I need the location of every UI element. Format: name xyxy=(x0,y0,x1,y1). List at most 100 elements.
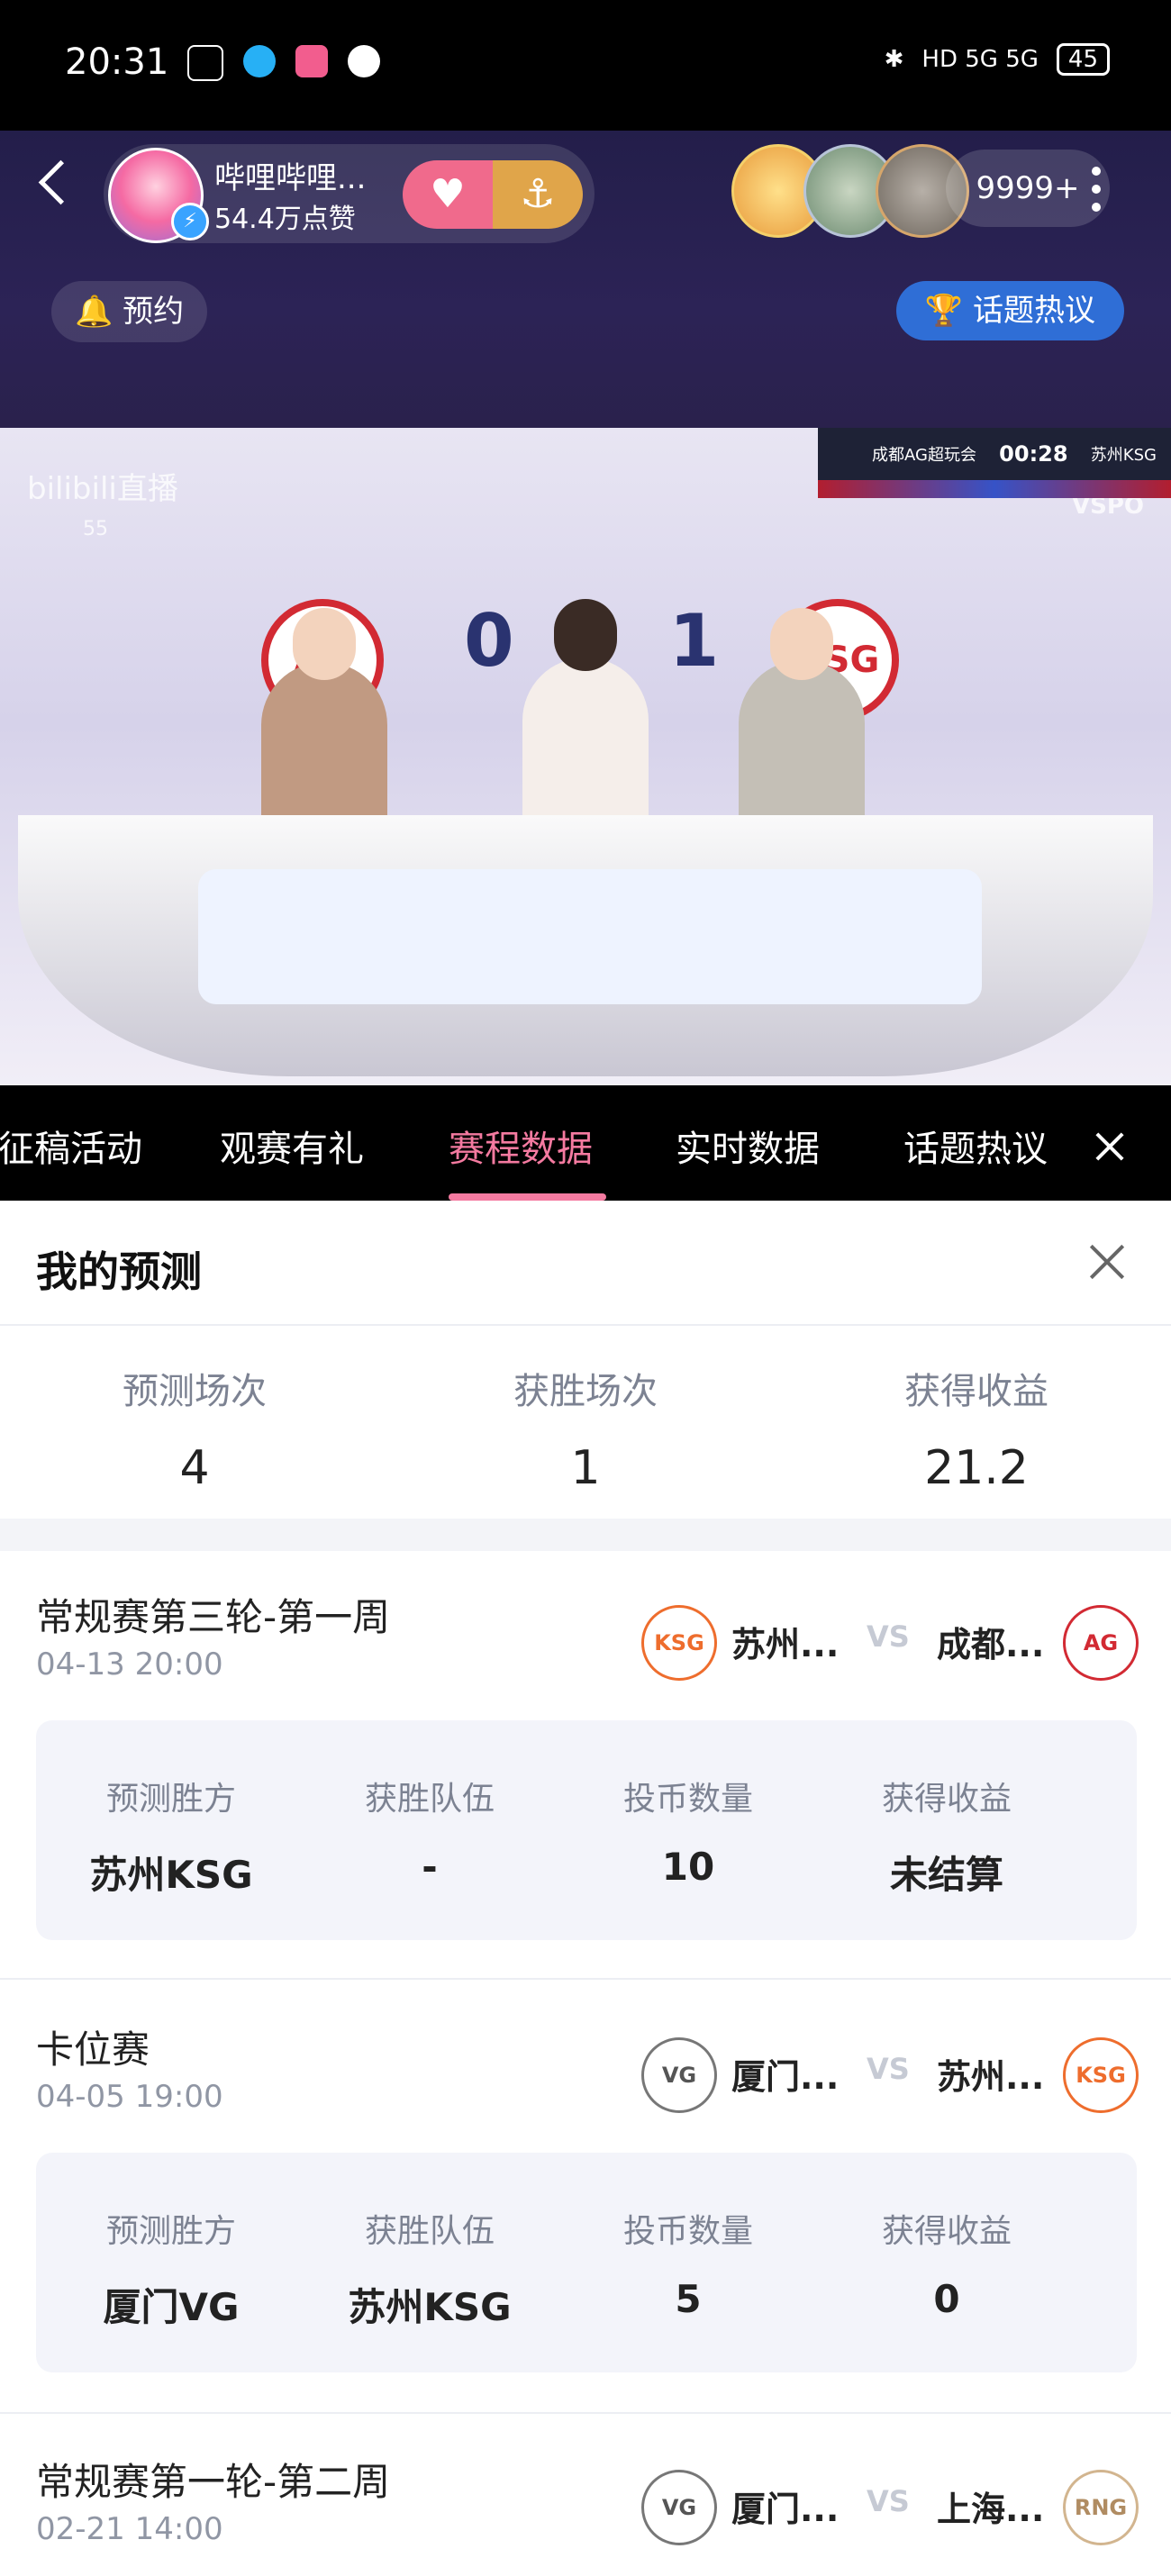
detail-cell: 投币数量 10 xyxy=(571,1773,805,1889)
status-right: ✱ HD 5G 5G 45 xyxy=(885,43,1110,76)
live-video[interactable]: bilibili直播 55 VSPO 成都AG超玩会 00:28 苏州KSG A… xyxy=(0,428,1171,1085)
watermark-number: 55 xyxy=(83,518,108,540)
section-gap xyxy=(0,1519,1171,1551)
battery-indicator: 45 xyxy=(1056,43,1110,76)
team-name: 苏州... xyxy=(731,1625,840,1664)
verified-badge-icon: ⚡ xyxy=(171,203,209,240)
detail-cell: 预测胜方 厦门VG xyxy=(54,2205,288,2332)
team-name: 苏州... xyxy=(937,2057,1045,2097)
detail-cell: 获得收益 未结算 xyxy=(830,1773,1064,1900)
stat-label: 获得收益 xyxy=(904,1371,1048,1412)
caster-left-head xyxy=(293,608,356,680)
anchor-icon: ⚓ xyxy=(493,160,583,229)
match-time: 04-13 20:00 xyxy=(36,1646,223,1683)
desk-panel xyxy=(198,869,982,1004)
detail-value: 0 xyxy=(933,2277,960,2321)
host-name: 哔哩哔哩... xyxy=(214,160,367,196)
network-indicator: HD 5G 5G xyxy=(921,46,1039,73)
tab-topic[interactable]: 话题热议 xyxy=(903,1120,1048,1172)
stat-value: 1 xyxy=(570,1441,601,1495)
status-bar: 20:31 ✱ HD 5G 5G 45 xyxy=(0,0,1171,131)
tab-watch-rewards[interactable]: 观赛有礼 xyxy=(220,1120,364,1172)
panel-title: 我的预测 xyxy=(36,1247,202,1296)
tab-schedule-data[interactable]: 赛程数据 xyxy=(449,1120,593,1172)
vs-label: VS xyxy=(867,2052,910,2086)
heart-plus-icon: ♥ xyxy=(403,160,493,229)
topic-discussion-button[interactable]: 🏆 话题热议 xyxy=(895,281,1124,340)
team-name: 厦门... xyxy=(731,2490,840,2529)
stat-value: 4 xyxy=(179,1441,210,1495)
score-ticker: 成都AG超玩会 00:28 苏州KSG xyxy=(818,428,1171,480)
detail-value: 苏州KSG xyxy=(348,2285,512,2329)
stat-label: 预测场次 xyxy=(123,1371,267,1412)
reserve-label: 预约 xyxy=(123,294,185,330)
tab-indicator xyxy=(449,1193,606,1201)
detail-value: 10 xyxy=(661,1845,715,1889)
status-app-icons xyxy=(187,45,380,81)
status-time: 20:31 xyxy=(65,41,169,83)
team-logo-vg: VG xyxy=(641,2037,717,2113)
detail-label: 投币数量 xyxy=(622,2213,753,2250)
detail-value: 苏州KSG xyxy=(89,1853,253,1897)
match-title: 常规赛第三轮-第一周 xyxy=(36,1595,391,1639)
detail-cell: 预测胜方 苏州KSG xyxy=(54,1773,288,1900)
vs-label: VS xyxy=(867,2484,910,2518)
host-likes: 54.4万点赞 xyxy=(214,204,356,235)
detail-label: 获得收益 xyxy=(881,1781,1012,1818)
detail-label: 获得收益 xyxy=(881,2213,1012,2250)
topic-label: 话题热议 xyxy=(973,293,1095,329)
bilibili-icon xyxy=(295,45,328,77)
reserve-button[interactable]: 🔔 预约 xyxy=(51,281,208,342)
stat-label: 获胜场次 xyxy=(513,1371,658,1412)
vs-label: VS xyxy=(867,1619,910,1654)
bilibili-live-watermark: bilibili直播 xyxy=(27,471,178,507)
detail-value: 未结算 xyxy=(889,1853,1003,1897)
team-logo-ksg: KSG xyxy=(1063,2037,1139,2113)
tab-submission[interactable]: 征稿活动 xyxy=(0,1120,142,1172)
prediction-card: 预测胜方 厦门VG 获胜队伍 苏州KSG 投币数量 5 获得收益 0 xyxy=(36,2153,1137,2372)
viewer-count[interactable]: 9999+ xyxy=(946,150,1110,227)
ticker-time: 00:28 xyxy=(999,441,1068,467)
caster-right-head xyxy=(770,608,833,680)
team-name: 上海... xyxy=(937,2490,1045,2529)
team-name: 厦门... xyxy=(731,2057,840,2097)
bell-icon: 🔔 xyxy=(75,294,113,330)
stat-earnings: 获得收益 21.2 xyxy=(841,1362,1112,1495)
detail-cell: 获得收益 0 xyxy=(830,2205,1064,2321)
detail-cell: 获胜队伍 - xyxy=(313,1773,547,1889)
team-name: 成都... xyxy=(937,1625,1045,1664)
detail-cell: 投币数量 5 xyxy=(571,2205,805,2321)
match-title: 卡位赛 xyxy=(36,2027,150,2072)
divider xyxy=(0,1978,1171,1980)
match-time: 04-05 19:00 xyxy=(36,2079,223,2115)
detail-label: 投币数量 xyxy=(622,1781,753,1818)
prediction-card: 预测胜方 苏州KSG 获胜队伍 - 投币数量 10 获得收益 未结算 xyxy=(36,1720,1137,1940)
follow-fan-button[interactable]: ♥ ⚓ xyxy=(403,160,583,229)
panel-close-icon[interactable] xyxy=(1086,1241,1128,1283)
host-center-head xyxy=(554,599,617,671)
match-title: 常规赛第一轮-第二周 xyxy=(36,2460,391,2504)
stat-value: 21.2 xyxy=(924,1441,1029,1495)
stat-predicted: 预测场次 4 xyxy=(59,1362,330,1495)
detail-label: 预测胜方 xyxy=(105,2213,236,2250)
team-logo-ag: AG xyxy=(1063,1605,1139,1681)
trophy-icon: 🏆 xyxy=(924,293,964,329)
tab-bar: 征稿活动 观赛有礼 赛程数据 实时数据 话题热议 xyxy=(0,1085,1171,1201)
detail-value: - xyxy=(422,1845,438,1889)
close-icon[interactable] xyxy=(1092,1129,1128,1165)
detail-label: 获胜队伍 xyxy=(364,1781,495,1818)
team-logo-vg: VG xyxy=(641,2470,717,2545)
ticker-bar xyxy=(818,480,1171,498)
detail-cell: 获胜队伍 苏州KSG xyxy=(313,2205,547,2332)
ticker-team-right: 苏州KSG xyxy=(1090,446,1157,465)
detail-label: 预测胜方 xyxy=(105,1781,236,1818)
match-time: 02-21 14:00 xyxy=(36,2511,223,2547)
divider xyxy=(0,1324,1171,1326)
wechat-icon xyxy=(348,45,380,77)
more-icon[interactable] xyxy=(1092,167,1103,221)
detail-label: 获胜队伍 xyxy=(364,2213,495,2250)
tab-live-data[interactable]: 实时数据 xyxy=(676,1120,820,1172)
stat-won: 获胜场次 1 xyxy=(450,1362,721,1495)
team-logo-rng: RNG xyxy=(1063,2470,1139,2545)
ticker-team-left: 成都AG超玩会 xyxy=(872,446,976,465)
